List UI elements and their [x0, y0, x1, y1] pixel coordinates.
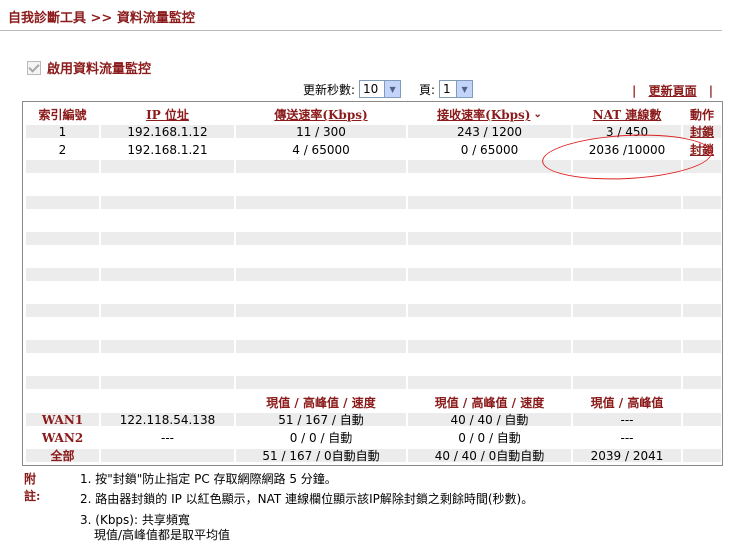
- header-nat[interactable]: NAT 連線數: [573, 108, 681, 122]
- header-action: 動作: [689, 108, 714, 122]
- breadcrumb: 自我診斷工具 >> 資料流量監控: [8, 11, 195, 26]
- refresh-control: 更新秒數: 10 ▼: [303, 80, 402, 98]
- traffic-table: 索引編號 IP 位址 傳送速率(Kbps) 接收速率(Kbps) ⌄ NAT 連線…: [22, 101, 723, 466]
- enable-label: 啟用資料流量監控: [47, 62, 152, 77]
- empty-row: [26, 160, 723, 173]
- header-index: 索引編號: [38, 108, 87, 122]
- header-ip[interactable]: IP 位址: [101, 108, 234, 122]
- table-header: 索引編號 IP 位址 傳送速率(Kbps) 接收速率(Kbps) ⌄ NAT 連線…: [26, 108, 723, 122]
- chevron-down-icon: ▼: [384, 81, 401, 97]
- summary-header: 現值 / 高峰值 / 速度 現值 / 高峰值 / 速度 現值 / 高峰值: [266, 396, 664, 410]
- note-2: 2. 路由器封鎖的 IP 以紅色顯示，NAT 連線欄位顯示該IP解除封鎖之剩餘時…: [80, 492, 534, 506]
- chevron-down-icon: ▼: [456, 81, 473, 97]
- empty-row: [26, 304, 723, 317]
- refresh-seconds-label: 更新秒數:: [303, 82, 356, 97]
- sort-desc-icon: ⌄: [533, 109, 542, 120]
- note-1: 1. 按"封鎖"防止指定 PC 存取網際網路 5 分鐘。: [80, 472, 337, 486]
- page-label: 頁:: [419, 82, 436, 97]
- page-control: 頁: 1 ▼: [419, 80, 474, 98]
- summary-row-wan1: WAN1 122.118.54.138 51 / 167 / 自動 40 / 4…: [26, 413, 723, 427]
- refresh-page-link[interactable]: 更新頁面: [649, 84, 697, 98]
- summary-row-wan2: WAN2 --- 0 / 0 / 自動 0 / 0 / 自動 ---: [41, 430, 634, 446]
- refresh-seconds-select[interactable]: 10 ▼: [359, 80, 402, 98]
- divider: [0, 30, 722, 31]
- notes-title: 附註:: [24, 472, 41, 503]
- page-select[interactable]: 1 ▼: [439, 80, 474, 98]
- header-tx[interactable]: 傳送速率(Kbps): [236, 108, 406, 122]
- summary-row-total: 全部 51 / 167 / 0自動自動 40 / 40 / 0自動自動 2039…: [26, 449, 723, 463]
- refresh-link-group: | 更新頁面 |: [632, 84, 714, 98]
- empty-row: [26, 340, 723, 353]
- block-button[interactable]: 封鎖: [690, 141, 714, 158]
- table-row: 2 192.168.1.21 4 / 65000 0 / 65000 2036 …: [58, 141, 714, 158]
- enable-checkbox[interactable]: [27, 60, 41, 75]
- empty-row: [26, 196, 723, 209]
- empty-row: [26, 376, 723, 389]
- block-button[interactable]: 封鎖: [690, 123, 714, 140]
- header-rx[interactable]: 接收速率(Kbps) ⌄: [408, 108, 571, 122]
- note-4: 現值/高峰值都是取平均值: [94, 528, 231, 542]
- empty-row: [26, 268, 723, 281]
- enable-monitor[interactable]: 啟用資料流量監控: [27, 58, 151, 77]
- empty-row: [26, 232, 723, 245]
- table-row: 1 192.168.1.12 11 / 300 243 / 1200 3 / 4…: [26, 123, 723, 140]
